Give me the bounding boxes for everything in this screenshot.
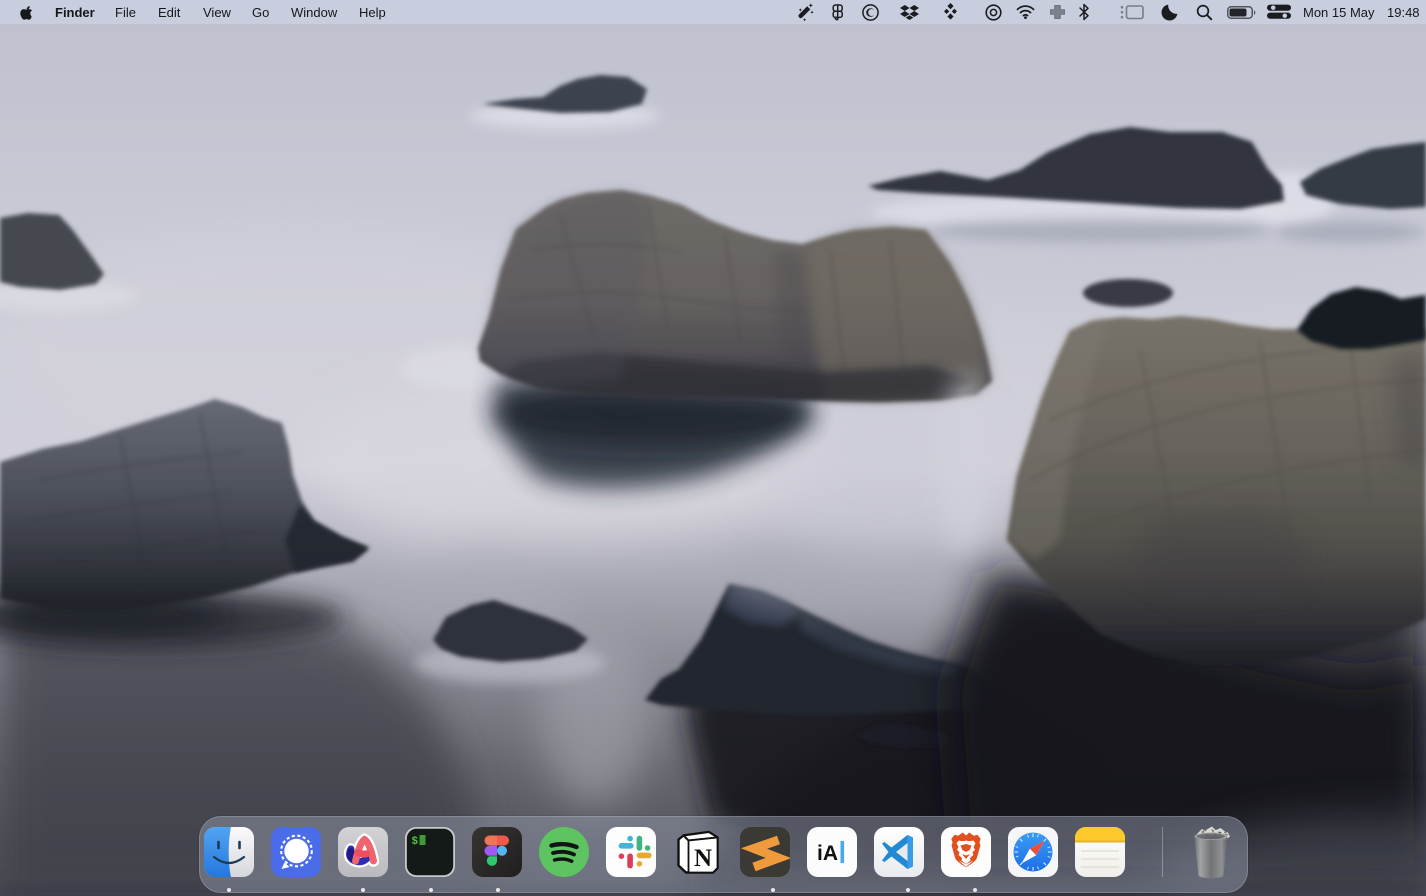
svg-text:$: $ — [412, 836, 419, 848]
svg-text:iA: iA — [817, 842, 838, 865]
svg-text:N: N — [694, 845, 712, 872]
